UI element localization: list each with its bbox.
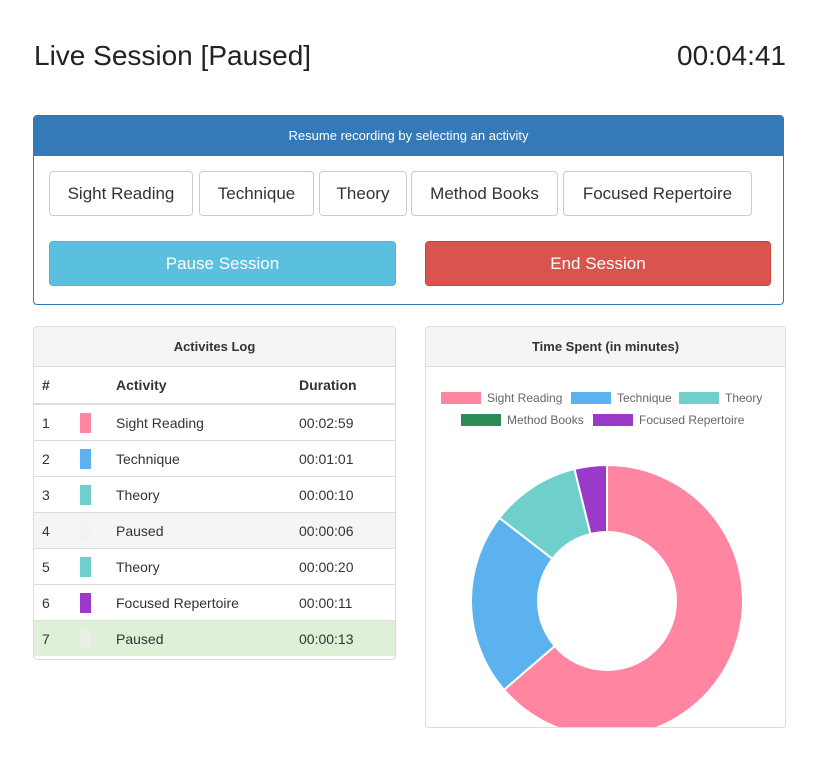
- row-number: 5: [34, 548, 76, 585]
- row-number: 4: [34, 512, 76, 549]
- activities-log-panel: Activites Log # Activity Duration 1 Sigh…: [33, 326, 396, 660]
- table-row-paused: 4 Paused 00:00:06: [34, 512, 395, 549]
- column-header-swatch: [76, 367, 108, 405]
- color-swatch: [80, 520, 91, 541]
- row-activity: Paused: [108, 620, 291, 656]
- color-swatch: [80, 592, 91, 613]
- activity-button-focused-repertoire[interactable]: Focused Repertoire: [563, 171, 752, 216]
- row-activity: Focused Repertoire: [108, 584, 291, 621]
- color-swatch: [80, 448, 91, 469]
- column-header-duration: Duration: [291, 367, 395, 405]
- time-spent-panel: Time Spent (in minutes) Sight Reading Tec…: [425, 326, 786, 728]
- row-duration: 00:00:10: [291, 476, 395, 513]
- session-timer: 00:04:41: [677, 40, 786, 71]
- resume-panel: Resume recording by selecting an activit…: [33, 115, 784, 305]
- color-swatch: [80, 628, 91, 649]
- column-header-activity: Activity: [108, 367, 291, 405]
- row-duration: 00:00:13: [291, 620, 395, 656]
- page-title: Live Session [Paused]: [34, 40, 312, 71]
- table-row: 5 Theory 00:00:20: [34, 548, 395, 585]
- row-duration: 00:00:06: [291, 512, 395, 549]
- color-swatch: [80, 412, 91, 433]
- row-duration: 00:01:01: [291, 440, 395, 477]
- table-row: 1 Sight Reading 00:02:59: [34, 403, 395, 441]
- table-header-row: # Activity Duration: [34, 367, 395, 405]
- row-activity: Paused: [108, 512, 291, 549]
- table-row: 6 Focused Repertoire 00:00:11: [34, 584, 395, 621]
- row-duration: 00:00:11: [291, 584, 395, 621]
- time-spent-title: Time Spent (in minutes): [426, 327, 785, 367]
- pause-session-button[interactable]: Pause Session: [49, 241, 396, 286]
- row-number: 1: [34, 403, 76, 441]
- activity-button-sight-reading[interactable]: Sight Reading: [49, 171, 193, 216]
- row-activity: Theory: [108, 548, 291, 585]
- activities-log-table: # Activity Duration 1 Sight Reading 00:0…: [34, 367, 395, 656]
- row-number: 2: [34, 440, 76, 477]
- activity-button-theory[interactable]: Theory: [319, 171, 407, 216]
- table-row: 3 Theory 00:00:10: [34, 476, 395, 513]
- row-number: 3: [34, 476, 76, 513]
- row-number: 6: [34, 584, 76, 621]
- color-swatch: [80, 556, 91, 577]
- row-activity: Technique: [108, 440, 291, 477]
- table-row-current: 7 Paused 00:00:13: [34, 620, 395, 656]
- row-activity: Sight Reading: [108, 403, 291, 441]
- table-row: 2 Technique 00:01:01: [34, 440, 395, 477]
- row-duration: 00:02:59: [291, 403, 395, 441]
- activity-button-method-books[interactable]: Method Books: [411, 171, 558, 216]
- resume-heading: Resume recording by selecting an activit…: [34, 116, 783, 156]
- donut-chart: [470, 463, 744, 727]
- color-swatch: [80, 484, 91, 505]
- activities-log-title: Activites Log: [34, 327, 395, 367]
- activity-button-technique[interactable]: Technique: [199, 171, 314, 216]
- row-duration: 00:00:20: [291, 548, 395, 585]
- row-activity: Theory: [108, 476, 291, 513]
- row-number: 7: [34, 620, 76, 656]
- column-header-number: #: [34, 367, 76, 405]
- end-session-button[interactable]: End Session: [425, 241, 771, 286]
- page-header: Live Session [Paused] 00:04:41: [34, 38, 786, 78]
